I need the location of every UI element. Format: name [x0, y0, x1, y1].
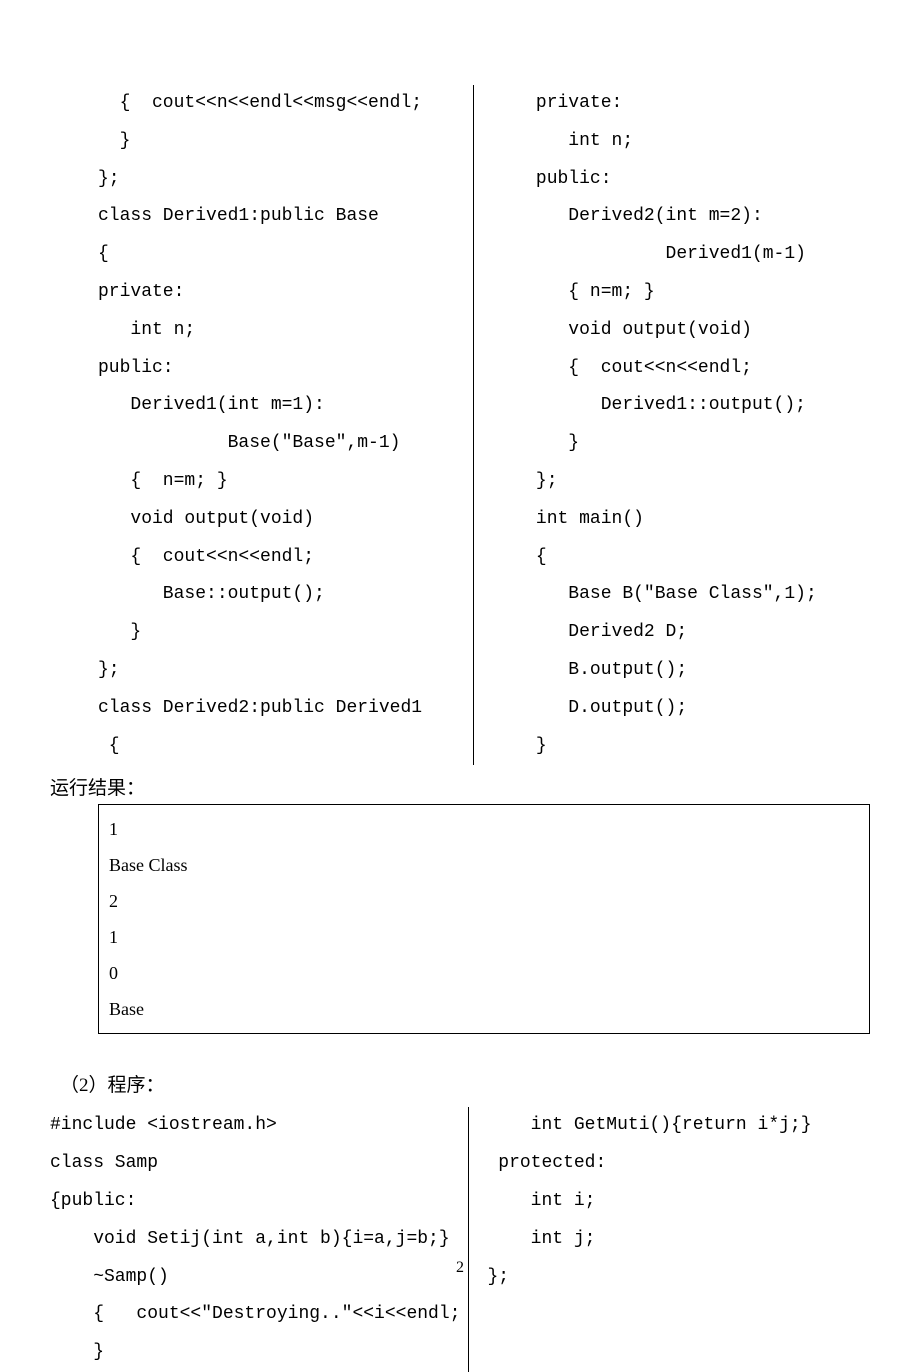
- code-right-col: private: int n; public: Derived2(int m=2…: [474, 85, 871, 765]
- code2-right-col: int GetMuti(){return i*j;} protected: in…: [469, 1107, 870, 1372]
- code-block-1: { cout<<n<<endl<<msg<<endl; } }; class D…: [98, 85, 870, 765]
- code-block-2: #include <iostream.h> class Samp {public…: [50, 1107, 870, 1372]
- result-line: 1: [109, 919, 859, 955]
- code-left-col: { cout<<n<<endl<<msg<<endl; } }; class D…: [98, 85, 474, 765]
- result-line: Base: [109, 991, 859, 1027]
- result-line: 1: [109, 811, 859, 847]
- result-line: 2: [109, 883, 859, 919]
- result-line: 0: [109, 955, 859, 991]
- result-line: Base Class: [109, 847, 859, 883]
- result-box: 1 Base Class 2 1 0 Base: [98, 804, 870, 1034]
- code2-left-col: #include <iostream.h> class Samp {public…: [50, 1107, 469, 1372]
- section2-label: （2）程序：: [60, 1070, 870, 1097]
- result-label: 运行结果：: [50, 773, 870, 800]
- page-number: 2: [0, 1259, 920, 1277]
